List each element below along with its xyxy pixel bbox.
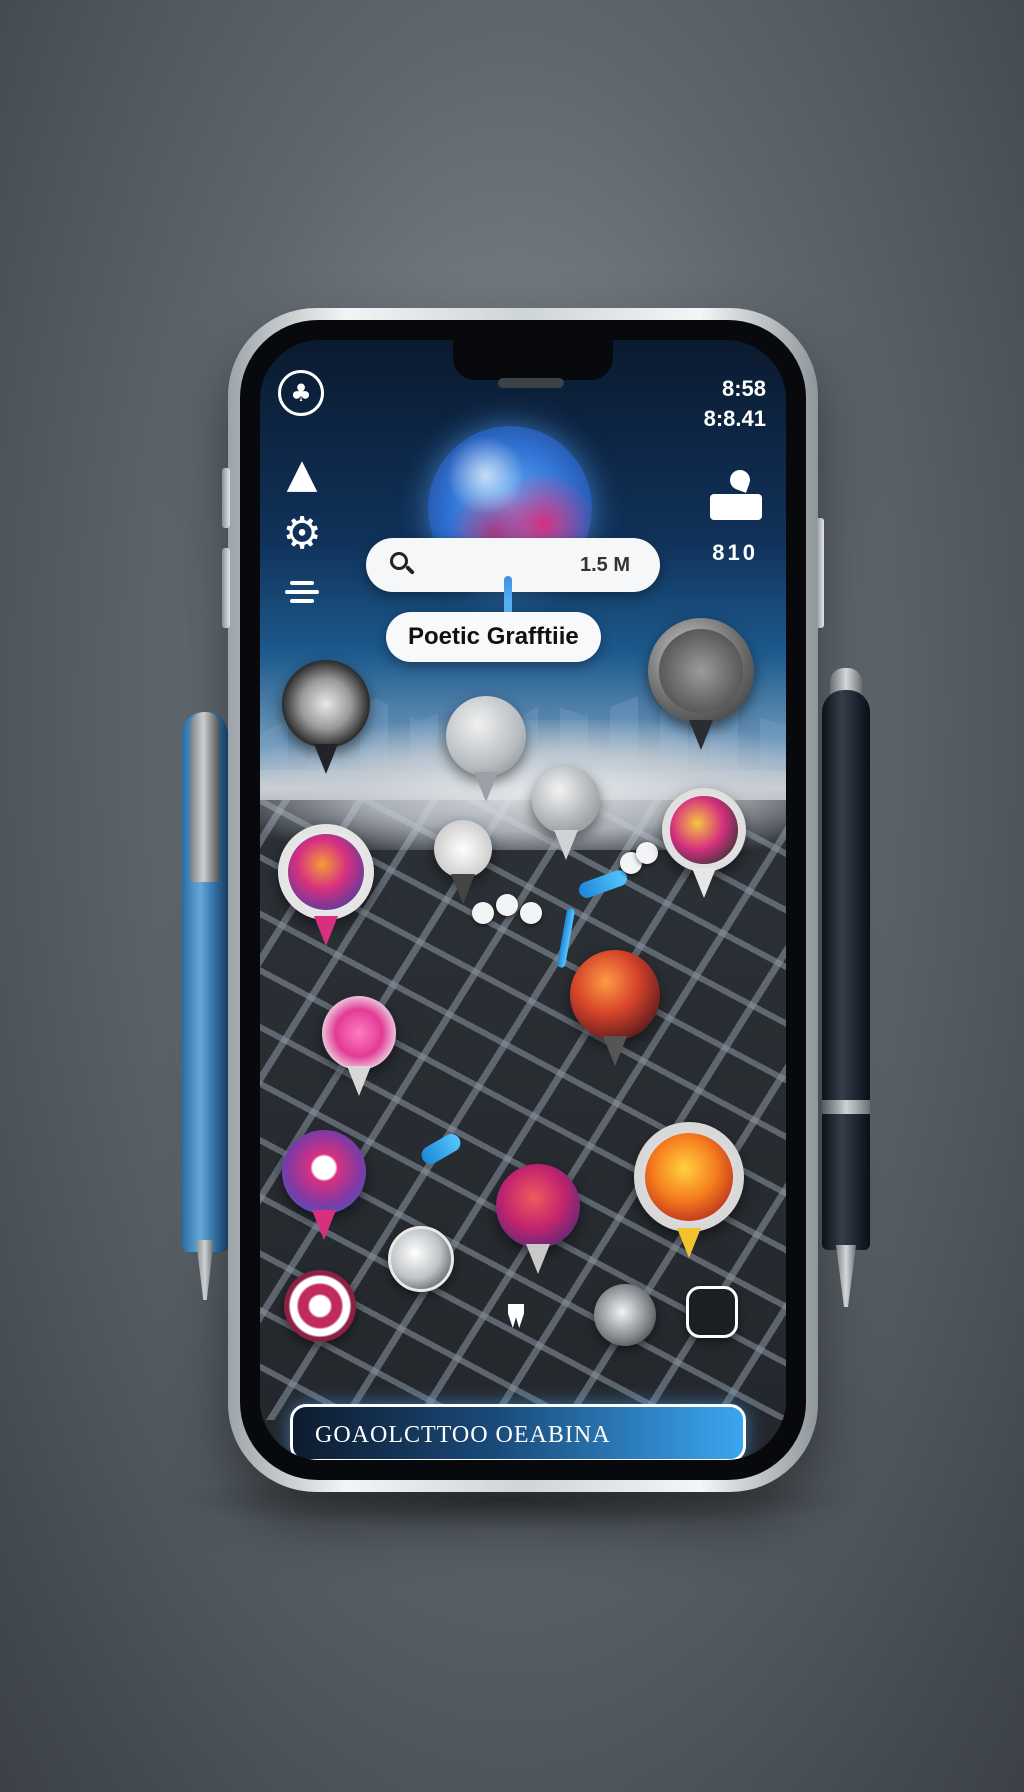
side-button [816,518,824,628]
map-pin-ink[interactable] [434,820,492,904]
club-logo-icon[interactable]: ♣ [278,370,324,416]
action-bar-label: GOAOLCTTOO OEABINA [315,1422,611,1448]
map-pin-color-burst[interactable] [278,824,374,946]
map-pin-graffiti-white[interactable] [662,788,746,898]
menu-icon[interactable] [284,576,320,608]
gear-icon[interactable]: ⚙ [278,510,326,558]
phone-device: ♣ ▲ ⚙ 8:58 8:8.41 810 1.5 M Poetic Graff… [222,308,824,1492]
phone-bezel: ♣ ▲ ⚙ 8:58 8:8.41 810 1.5 M Poetic Graff… [240,320,806,1480]
blue-pen-cap [190,712,220,882]
tree-icon[interactable]: ▲ [280,452,324,496]
map-pin-gray-art[interactable] [648,618,754,750]
search-value: 1.5 M [579,554,630,576]
black-pen [822,690,870,1250]
page-title: Poetic Grafftiie [386,612,601,662]
speaker-grill [498,378,564,388]
map-pin-foggy[interactable] [446,696,526,802]
map-pin-bulb[interactable] [282,1130,366,1240]
user-stand-icon[interactable] [710,467,762,522]
black-pen-tip [836,1245,856,1307]
stamp-button[interactable] [388,1226,454,1292]
notch [453,340,613,380]
black-pen-band [822,1100,870,1114]
app-screen: ♣ ▲ ⚙ 8:58 8:8.41 810 1.5 M Poetic Graff… [260,340,786,1460]
map-pin-spiral[interactable] [282,660,370,774]
map-pin-sketch[interactable] [532,766,600,860]
silent-switch [222,468,230,528]
map-pin-sun[interactable] [634,1122,744,1258]
action-bar[interactable]: GOAOLCTTOO OEABINA [290,1404,746,1460]
map-pin-pink[interactable] [322,996,396,1096]
art-button[interactable] [594,1284,656,1346]
map-pin-rose[interactable] [496,1164,580,1274]
blue-pen-tip [196,1240,214,1300]
status-clock: 8:58 8:8.41 [704,374,766,434]
gallery-button[interactable] [686,1286,738,1338]
time-secondary: 8:8.41 [703,406,766,431]
status-indicator: 810 [712,540,758,565]
map-pin-flame[interactable] [570,950,660,1066]
search-bar[interactable]: 1.5 M [366,538,660,592]
time-primary: 8:58 [721,376,766,401]
target-button[interactable] [284,1270,356,1342]
volume-button [222,548,230,628]
search-icon[interactable] [390,552,416,578]
